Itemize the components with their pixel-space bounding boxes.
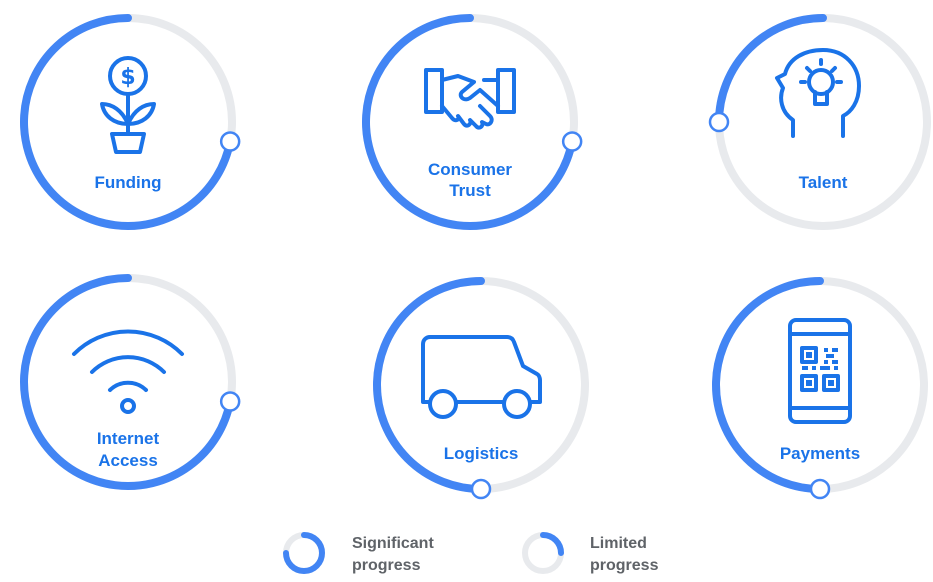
legend-limited-line2: progress <box>590 557 659 574</box>
progress-handle <box>470 478 492 500</box>
category-talent: Talent <box>708 14 931 230</box>
progress-diagram: $ Funding Consumer Trust Talent Internet… <box>20 14 931 574</box>
legend: Significant progress Limited progress <box>283 532 659 574</box>
phone-qr-code-icon <box>788 318 852 424</box>
money-plant-icon: $ <box>100 56 156 154</box>
category-label: Talent <box>799 173 848 192</box>
category-label-line1: Internet <box>97 429 160 448</box>
handshake-icon <box>424 68 516 130</box>
category-label-line2: Access <box>98 451 158 470</box>
delivery-van-icon <box>421 335 542 419</box>
legend-limited-arc <box>540 532 564 556</box>
category-label-line2: Trust <box>449 181 491 200</box>
legend-significant-line1: Significant <box>352 535 434 552</box>
category-label: Payments <box>780 444 860 463</box>
category-logistics: Logistics <box>373 277 589 500</box>
wifi-icon <box>72 329 184 414</box>
qr-code <box>800 346 840 392</box>
progress-handle <box>708 111 730 133</box>
category-payments: Payments <box>712 277 928 500</box>
category-label: Logistics <box>444 444 519 463</box>
legend-significant: Significant progress <box>283 532 434 574</box>
progress-handle <box>219 391 241 412</box>
legend-limited-line1: Limited <box>590 535 647 552</box>
svg-text:$: $ <box>120 65 135 90</box>
category-internet-access: Internet Access <box>20 274 241 490</box>
category-label: Funding <box>94 173 161 192</box>
progress-handle <box>219 131 241 152</box>
legend-significant-line2: progress <box>352 557 421 574</box>
head-lightbulb-icon <box>775 48 861 138</box>
progress-handle <box>809 478 831 500</box>
legend-limited: Limited progress <box>522 532 659 574</box>
category-label-line1: Consumer <box>428 160 512 179</box>
category-consumer-trust: Consumer Trust <box>362 14 583 230</box>
progress-handle <box>561 131 583 152</box>
category-funding: $ Funding <box>20 14 241 230</box>
